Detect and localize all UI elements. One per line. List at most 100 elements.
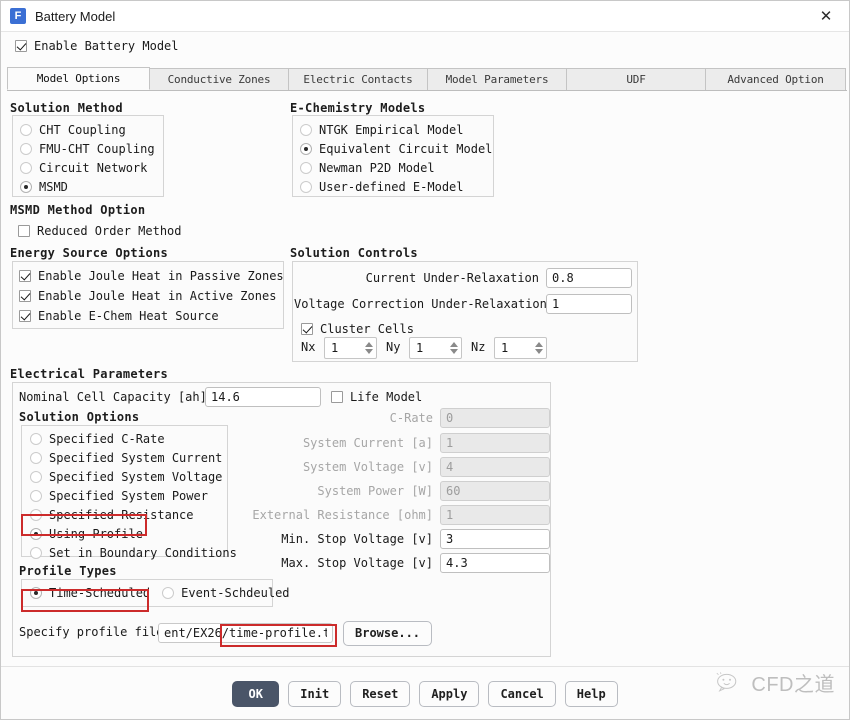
checkbox-label: Life Model: [350, 390, 423, 404]
checkbox-label: Enable E-Chem Heat Source: [38, 309, 219, 323]
radio-glyph: [30, 509, 42, 521]
external-resistance-input: [440, 505, 550, 525]
radio-fmu-cht-coupling[interactable]: FMU-CHT Coupling: [20, 140, 163, 158]
radio-label: MSMD: [39, 180, 68, 194]
watermark: CFD之道: [716, 668, 835, 697]
radio-glyph: [300, 143, 312, 155]
cancel-button[interactable]: Cancel: [488, 681, 556, 707]
nz-stepper[interactable]: 1: [494, 337, 547, 359]
window-title: Battery Model: [35, 8, 116, 24]
radio-glyph: [20, 143, 32, 155]
stepper-arrows-icon[interactable]: [531, 338, 546, 358]
ny-value: 1: [416, 341, 424, 355]
ny-stepper[interactable]: 1: [409, 337, 462, 359]
radio-event-schdeuled[interactable]: Event-Schdeuled: [162, 584, 290, 602]
tab-electric-contacts[interactable]: Electric Contacts: [288, 68, 428, 90]
tab-conductive-zones[interactable]: Conductive Zones: [149, 68, 289, 90]
checkbox-glyph: [15, 40, 27, 52]
nominal-cell-capacity-label: Nominal Cell Capacity [ah]: [19, 390, 207, 404]
profile-file-input[interactable]: [158, 623, 333, 643]
nx-label: Nx: [301, 340, 316, 354]
wechat-logo-icon: [716, 671, 737, 692]
radio-glyph: [30, 452, 42, 464]
help-button[interactable]: Help: [564, 681, 618, 707]
c-rate-label: C-Rate: [389, 411, 433, 425]
init-button[interactable]: Init: [288, 681, 342, 707]
radio-equivalent-circuit-model[interactable]: Equivalent Circuit Model: [300, 140, 493, 158]
radio-glyph: [300, 162, 312, 174]
checkbox-glyph: [19, 310, 31, 322]
current-under-relaxation-input[interactable]: [546, 268, 632, 288]
stepper-arrows-icon[interactable]: [361, 338, 376, 358]
energy-source-options-title: Energy Source Options: [10, 246, 169, 260]
electrical-parameters-title: Electrical Parameters: [10, 367, 169, 381]
solution-controls-group: Current Under-Relaxation Voltage Correct…: [292, 261, 638, 362]
radio-label: Newman P2D Model: [319, 161, 435, 175]
checkbox-label: Enable Joule Heat in Active Zones: [38, 289, 277, 303]
radio-ntgk-empirical-model[interactable]: NTGK Empirical Model: [300, 121, 493, 139]
max-stop-voltage-input[interactable]: [440, 553, 550, 573]
reset-button[interactable]: Reset: [350, 681, 411, 707]
enable-battery-model-checkbox[interactable]: Enable Battery Model: [15, 39, 179, 53]
radio-cht-coupling[interactable]: CHT Coupling: [20, 121, 163, 139]
ok-button[interactable]: OK: [232, 681, 280, 707]
solution-controls-title: Solution Controls: [290, 246, 418, 260]
enable-battery-model-label: Enable Battery Model: [34, 39, 179, 53]
profile-types-title: Profile Types: [19, 564, 117, 578]
nz-label: Nz: [471, 340, 486, 354]
apply-button[interactable]: Apply: [419, 681, 480, 707]
radio-glyph: [20, 124, 32, 136]
tab-model-parameters[interactable]: Model Parameters: [427, 68, 567, 90]
stepper-arrows-icon[interactable]: [446, 338, 461, 358]
checkbox-reduced-order-method[interactable]: Reduced Order Method: [18, 222, 182, 240]
system-power-input: [440, 481, 550, 501]
nx-value: 1: [331, 341, 339, 355]
min-stop-voltage-input[interactable]: [440, 529, 550, 549]
tab-model-options[interactable]: Model Options: [7, 67, 150, 90]
radio-glyph: [300, 124, 312, 136]
browse-button[interactable]: Browse...: [343, 621, 433, 646]
checkbox-joule-heat-active-zones[interactable]: Enable Joule Heat in Active Zones: [19, 287, 283, 305]
radio-glyph: [30, 433, 42, 445]
profile-types-group: Time-Scheduled Event-Schdeuled: [21, 579, 290, 607]
system-power-label: System Power [W]: [317, 484, 433, 498]
checkbox-joule-heat-passive-zones[interactable]: Enable Joule Heat in Passive Zones: [19, 267, 284, 285]
radio-label: Using Profile: [49, 527, 143, 541]
checkbox-label: Reduced Order Method: [37, 224, 182, 238]
echemistry-models-title: E-Chemistry Models: [290, 101, 426, 115]
radio-user-defined-e-model[interactable]: User-defined E-Model: [300, 178, 493, 196]
radio-glyph: [20, 162, 32, 174]
radio-glyph: [300, 181, 312, 193]
radio-label: NTGK Empirical Model: [319, 123, 464, 137]
title-bar: F Battery Model ✕: [1, 1, 849, 32]
radio-glyph: [162, 587, 175, 599]
nz-value: 1: [501, 341, 509, 355]
checkbox-glyph: [18, 225, 30, 237]
radio-glyph: [30, 471, 42, 483]
radio-glyph: [30, 490, 42, 502]
min-stop-voltage-label: Min. Stop Voltage [v]: [281, 532, 433, 546]
radio-label: Specified System Power: [49, 489, 208, 503]
checkbox-echem-heat-source[interactable]: Enable E-Chem Heat Source: [19, 307, 283, 325]
radio-label: FMU-CHT Coupling: [39, 142, 155, 156]
c-rate-input: [440, 408, 550, 428]
checkbox-life-model[interactable]: Life Model: [331, 388, 422, 406]
checkbox-glyph: [331, 391, 343, 403]
nx-stepper[interactable]: 1: [324, 337, 377, 359]
radio-time-scheduled[interactable]: Time-Scheduled: [30, 584, 150, 602]
radio-glyph: [30, 547, 42, 559]
voltage-correction-under-relaxation-input[interactable]: [546, 294, 632, 314]
energy-source-options-group: Enable Joule Heat in Passive Zones Enabl…: [12, 261, 284, 329]
voltage-correction-under-relaxation-label: Voltage Correction Under-Relaxation: [294, 297, 547, 311]
system-current-label: System Current [a]: [302, 436, 433, 450]
radio-label: Event-Schdeuled: [181, 586, 290, 600]
radio-circuit-network[interactable]: Circuit Network: [20, 159, 163, 177]
checkbox-cluster-cells[interactable]: Cluster Cells: [301, 320, 414, 338]
radio-label: User-defined E-Model: [319, 180, 464, 194]
radio-msmd[interactable]: MSMD: [20, 178, 163, 196]
tab-advanced-option[interactable]: Advanced Option: [705, 68, 846, 90]
tab-udf[interactable]: UDF: [566, 68, 706, 90]
radio-newman-p2d-model[interactable]: Newman P2D Model: [300, 159, 493, 177]
close-icon[interactable]: ✕: [803, 1, 849, 31]
nominal-cell-capacity-input[interactable]: [205, 387, 321, 407]
